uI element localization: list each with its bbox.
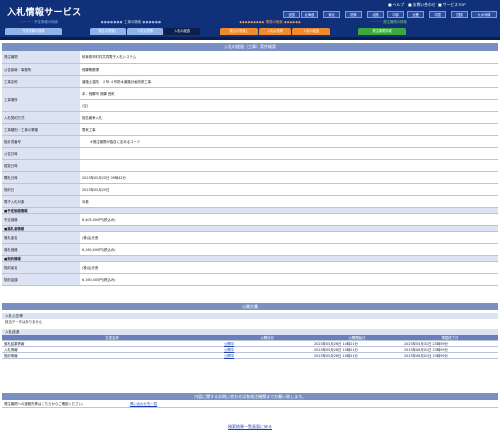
contact-link[interactable]: ■ お問い合わせ <box>408 2 436 8</box>
tab-yotei-search[interactable]: 予定情報の検索 <box>5 28 62 35</box>
documents-section: 公開文書 入札公告等 該当データはありません 入札経過 文書名称 公開状況 公開… <box>2 303 498 359</box>
region-button-kanto[interactable]: 関東 <box>345 11 362 18</box>
detail-value: 対象 <box>80 195 498 208</box>
detail-value: 飛騨警察課 <box>80 63 498 76</box>
detail-section: 入札の経過（工事）案件概要 発注機関 岐阜県市町村共同電子入札システム 公告部局・… <box>2 43 498 286</box>
detail-value: 2023年05月25日 <box>80 183 498 196</box>
detail-row: 契約者名 (株)弘光舎 <box>2 261 498 274</box>
doc-name: 契約情報 <box>2 352 222 359</box>
header-divider <box>0 37 500 40</box>
app-title: 入札情報サービス <box>7 8 82 18</box>
detail-heading: 入札の経過（工事）案件概要 <box>2 43 498 51</box>
region-button-tohoku[interactable]: 東北 <box>323 11 340 18</box>
service-top-link[interactable]: ■ サービスTOP <box>438 2 466 8</box>
detail-row: 公告日時 <box>2 147 498 160</box>
detail-label: 縦覧日時 <box>2 159 80 172</box>
detail-table: 発注機関 岐阜県市町村共同電子入札システム 公告部局・事務所 飛騨警察課 工事名称道… <box>2 51 498 286</box>
region-button-hokuriku[interactable]: 北陸 <box>367 11 384 18</box>
region-button-chubu[interactable]: 中部 <box>387 11 404 18</box>
detail-row: 公告部局・事務所 飛騨警察課 <box>2 63 498 76</box>
detail-label: 予定価格 <box>2 213 80 226</box>
group-label-kouji: ●●●●●●● 工事の検索 ●●●●●● <box>100 20 162 24</box>
detail-label: 公告日時 <box>2 147 80 160</box>
detail-label: 契約日 <box>2 183 80 196</box>
detail-label: 公告部局・事務所 <box>2 63 80 76</box>
detail-value <box>80 147 498 160</box>
detail-row: 落札価格 6,160,000円(税込み) <box>2 243 498 256</box>
region-button-shikoku[interactable]: 四国 <box>451 11 468 18</box>
detail-label: 開札日時 <box>2 171 80 184</box>
notice-empty-text: 該当データはありません <box>5 320 43 324</box>
group-label-gyomu: ◆◆◆◆◆◆◆◆◆ 業務の検索 ◆◆◆◆◆◆ <box>239 20 301 24</box>
detail-value: 本：飛騨市 飛騨 西町 <box>80 87 498 100</box>
detail-label: 契約金額 <box>2 273 80 286</box>
detail-label: 契約者名 <box>2 261 80 274</box>
table-row: 契約情報 公開中 2023年05月26日 10時21分 2023年06月01日 … <box>2 352 498 359</box>
detail-value <box>80 159 498 172</box>
detail-value: ※発注機関が独自に定めるコード <box>80 135 498 148</box>
detail-label: 工事場所 <box>2 87 80 112</box>
inquiry-section: 内容に関するお問い合わせは各発注機関までお願い致します。 発注機関への連絡先等は… <box>2 393 498 408</box>
detail-value: (株)弘光舎 <box>80 231 498 244</box>
detail-row: 発注機関 岐阜県市町村共同電子入札システム <box>2 51 498 64</box>
detail-value: 岐阜県市町村共同電子入札システム <box>80 51 498 64</box>
header-bar: 入札情報サービス ■ ヘルプ ■ お問い合わせ ■ サービスTOP 全国 北海道… <box>0 0 500 37</box>
detail-label: 発注機関 <box>2 51 80 64</box>
detail-value: 道路土濃改 ２号-４号防水道路計画改修工事 <box>80 75 498 88</box>
doc-status-link[interactable]: 公開中 <box>222 352 312 359</box>
detail-value: 6,160,000円(税込み) <box>80 273 498 286</box>
tab-kouji-mitoshi[interactable]: 発注の見通し <box>90 28 126 35</box>
documents-heading: 公開文書 <box>2 303 498 310</box>
detail-row: 落札者名 (株)弘光舎 <box>2 231 498 244</box>
tab-gyomu-mitoshi[interactable]: 発注の見通し <box>220 28 258 35</box>
tab-kikan-info[interactable]: 発注機関情報 <box>358 28 406 35</box>
detail-label: 設計書番号 <box>2 135 80 148</box>
detail-value: 2023年05月25日 09時42分 <box>80 171 498 184</box>
detail-value: (空) <box>80 99 498 112</box>
group-label-kikan: ·········· 発注機関の検索 <box>369 20 407 24</box>
detail-label: 落札者名 <box>2 231 80 244</box>
detail-row: 設計書番号 ※発注機関が独自に定めるコード <box>2 135 498 148</box>
inquiry-row: 発注機関への連絡先等はこちらからご確認ください。 問い合わせ先一覧 <box>2 400 498 408</box>
back-to-results-link[interactable]: 検索結果一覧画面に戻る <box>228 424 272 429</box>
doc-start: 2023年05月26日 10時21分 <box>312 352 402 359</box>
detail-row: 工事種別／工事の業種 電気工事 <box>2 123 498 136</box>
tab-gyomu-koukoku[interactable]: 入札公告等 <box>259 28 291 35</box>
footer: 検索結果一覧画面に戻る <box>0 424 500 430</box>
progress-table: 文書名称 公開状況 公開開始日 掲載終了日 落札結果情報 公開中 2023年05… <box>2 335 498 359</box>
detail-value: 6,405,000円(税込み) <box>80 213 498 226</box>
detail-row: 契約金額 6,160,000円(税込み) <box>2 273 498 286</box>
tab-gyomu-keika[interactable]: 入札の経過 <box>292 28 330 35</box>
detail-row: 縦覧日時 <box>2 159 498 172</box>
detail-row: 契約日 2023年05月25日 <box>2 183 498 196</box>
doc-end: 2023年06月01日 23時59分 <box>402 352 498 359</box>
region-button-hokkaido[interactable]: 北海道 <box>301 11 318 18</box>
detail-row: 予定価格 6,405,000円(税込み) <box>2 213 498 226</box>
detail-label: 工事名称 <box>2 75 80 88</box>
region-button-kinki[interactable]: 近畿 <box>407 11 424 18</box>
inquiry-heading: 内容に関するお問い合わせは各発注機関までお願い致します。 <box>2 393 498 400</box>
detail-value: 指名競争入札 <box>80 111 498 124</box>
detail-row: 入札契約方式 指名競争入札 <box>2 111 498 124</box>
tab-kouji-koukoku[interactable]: 入札公告等 <box>127 28 163 35</box>
detail-label: 工事種別／工事の業種 <box>2 123 80 136</box>
detail-row: 工事場所 本：飛騨市 飛騨 西町 <box>2 87 498 112</box>
detail-row: 工事名称 道路土濃改 ２号-４号防水道路計画改修工事 <box>2 75 498 88</box>
detail-value: (株)弘光舎 <box>80 261 498 274</box>
detail-label: 入札契約方式 <box>2 111 80 124</box>
help-link[interactable]: ■ ヘルプ <box>388 2 404 8</box>
region-button-kyushu[interactable]: 九州沖縄 <box>471 11 497 18</box>
detail-row: 開札日時 2023年05月25日 09時42分 <box>2 171 498 184</box>
detail-row: 電子入札対象 対象 <box>2 195 498 208</box>
detail-label: 電子入札対象 <box>2 195 80 208</box>
group-label-yotei: ·········· 予定情報の検索 <box>20 20 58 24</box>
tab-kouji-keika[interactable]: 入札の経過 <box>164 28 200 35</box>
region-button-chugoku[interactable]: 中国 <box>429 11 446 18</box>
inquiry-contact-link[interactable]: 問い合わせ先一覧 <box>130 400 157 408</box>
detail-value: 6,160,000円(税込み) <box>80 243 498 256</box>
inquiry-label: 発注機関への連絡先等はこちらからご確認ください。 <box>4 402 86 406</box>
region-button-zenkoku[interactable]: 全国 <box>283 11 300 18</box>
detail-label: 落札価格 <box>2 243 80 256</box>
detail-value: 電気工事 <box>80 123 498 136</box>
